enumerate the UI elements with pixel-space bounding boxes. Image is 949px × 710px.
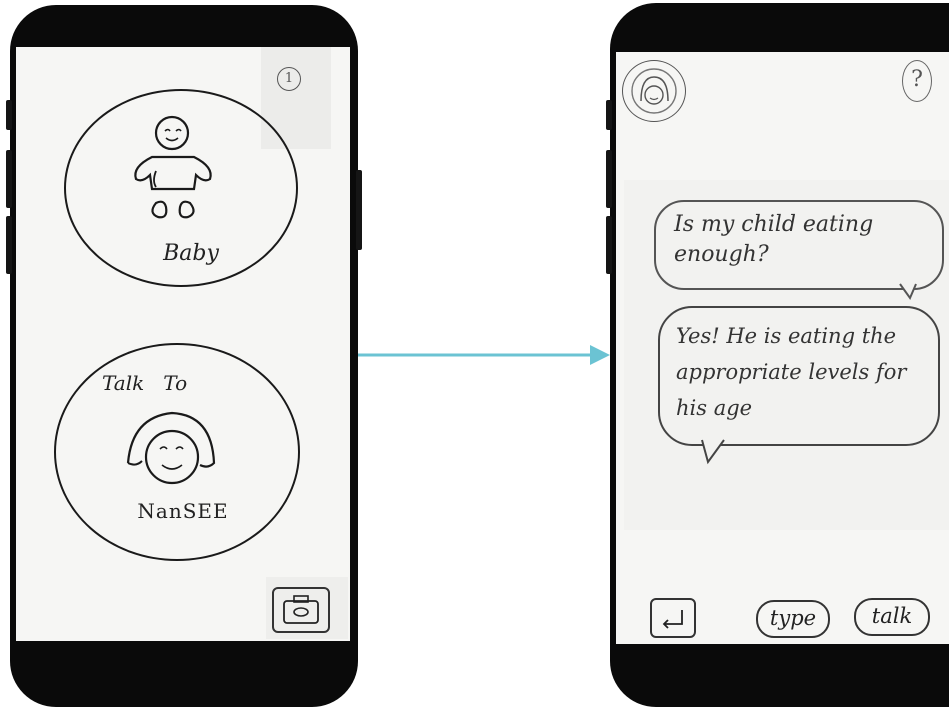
- talk-button[interactable]: talk: [854, 598, 930, 636]
- question-bubble-tail: [899, 283, 917, 301]
- nansee-avatar-icon: [631, 68, 677, 114]
- home-screen: 1 Baby Talk To NanSEE: [16, 47, 350, 641]
- phone-mockup-left: 1 Baby Talk To NanSEE: [10, 5, 358, 707]
- volume-button: [606, 100, 612, 130]
- type-label: type: [769, 606, 817, 630]
- chat-screen: ? Is my child eating enough? Yes! He is …: [616, 52, 949, 644]
- return-arrow-icon: [662, 610, 683, 629]
- help-button[interactable]: ?: [902, 60, 932, 102]
- baby-label: Baby: [163, 241, 219, 266]
- answer-text: Yes! He is eating the appropriate levels…: [676, 324, 907, 420]
- camera-icon: [283, 595, 319, 624]
- baby-button[interactable]: Baby: [64, 89, 298, 287]
- volume-button: [606, 216, 612, 274]
- nansee-avatar-button[interactable]: [622, 60, 686, 122]
- phone-mockup-right: ? Is my child eating enough? Yes! He is …: [610, 3, 949, 707]
- volume-button: [6, 150, 12, 208]
- question-text: Is my child eating enough?: [674, 212, 874, 267]
- nansee-label: NanSEE: [137, 499, 229, 523]
- talk-label: talk: [871, 604, 913, 628]
- volume-button: [6, 100, 12, 130]
- page-number-badge: 1: [277, 67, 301, 91]
- help-icon: ?: [911, 67, 923, 92]
- answer-bubble-tail: [701, 439, 725, 465]
- back-button[interactable]: [650, 598, 696, 638]
- power-button: [356, 170, 362, 250]
- nansee-avatar-icon: [126, 411, 216, 485]
- volume-button: [6, 216, 12, 274]
- page-number-text: 1: [284, 71, 294, 86]
- camera-button[interactable]: [272, 587, 330, 633]
- talk-to-nansee-button[interactable]: Talk To NanSEE: [54, 343, 300, 561]
- volume-button: [606, 150, 612, 208]
- type-button[interactable]: type: [756, 600, 830, 638]
